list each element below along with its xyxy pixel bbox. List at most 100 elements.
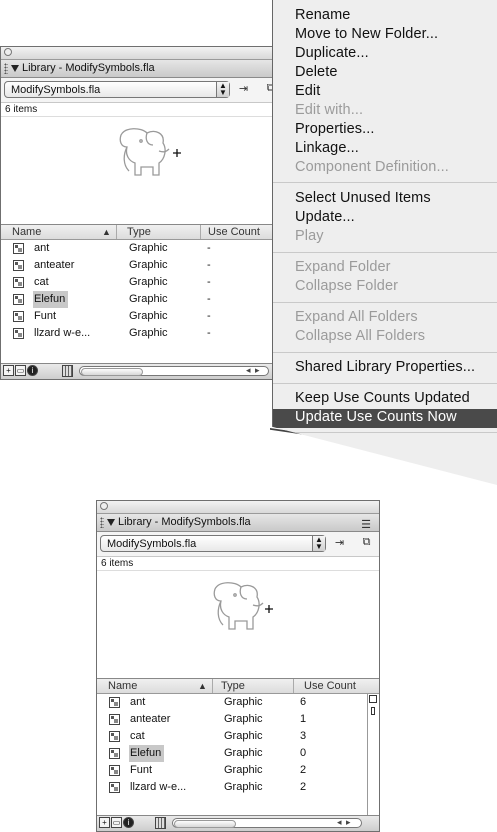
pin-library-icon[interactable]: ⇥ <box>332 536 347 550</box>
scroll-arrows-icon[interactable]: ◂ ▸ <box>337 817 352 828</box>
menu-item-expand-all-folders: Expand All Folders <box>295 309 418 325</box>
menu-item-properties[interactable]: Properties... <box>295 121 374 137</box>
column-name-header[interactable]: Name <box>108 679 137 693</box>
new-folder-icon[interactable]: ▭ <box>111 817 122 828</box>
drag-grip-icon[interactable] <box>100 517 104 528</box>
panel-header[interactable]: Library - ModifySymbols.fla ☰ <box>97 514 379 532</box>
menu-item-update-use-counts-now[interactable]: Update Use Counts Now <box>295 409 457 425</box>
panel-title: Library - ModifySymbols.fla <box>22 62 155 74</box>
library-dropdown[interactable]: ModifySymbols.fla ▲ ▼ <box>4 81 230 98</box>
properties-icon[interactable]: i <box>27 365 38 376</box>
menu-item-move-to-new-folder[interactable]: Move to New Folder... <box>295 26 438 42</box>
dropdown-arrows-icon: ▲ ▼ <box>216 82 229 97</box>
new-folder-icon[interactable]: ▭ <box>15 365 26 376</box>
scrollbar-thumb[interactable] <box>371 707 375 715</box>
menu-item-linkage[interactable]: Linkage... <box>295 140 359 156</box>
menu-item-delete[interactable]: Delete <box>295 64 338 80</box>
menu-item-select-unused-items[interactable]: Select Unused Items <box>295 190 431 206</box>
item-use-count: - <box>207 310 211 322</box>
item-type: Graphic <box>224 764 263 776</box>
scrollbar-thumb[interactable] <box>81 368 143 376</box>
horizontal-scrollbar[interactable] <box>172 818 362 828</box>
new-library-panel-icon[interactable]: ⧉ <box>359 536 374 550</box>
column-type-header[interactable]: Type <box>221 679 245 693</box>
scroll-up-icon[interactable] <box>369 695 377 703</box>
vertical-scrollbar[interactable] <box>367 694 379 816</box>
symbol-preview <box>97 571 379 679</box>
menu-item-edit[interactable]: Edit <box>295 83 320 99</box>
item-use-count: - <box>207 293 211 305</box>
item-use-count: 2 <box>300 781 307 793</box>
menu-item-duplicate[interactable]: Duplicate... <box>295 45 369 61</box>
item-use-count: - <box>207 327 211 339</box>
trash-icon[interactable] <box>62 365 73 377</box>
library-dropdown-value: ModifySymbols.fla <box>11 84 101 96</box>
item-use-count: - <box>207 259 211 271</box>
table-row[interactable]: anteater Graphic - <box>1 257 289 274</box>
item-name: Funt <box>34 310 57 322</box>
column-use-count-header[interactable]: Use Count <box>304 679 356 693</box>
table-row[interactable]: cat Graphic 3 <box>97 728 367 745</box>
table-row[interactable]: llzard w-e... Graphic - <box>1 325 289 342</box>
trash-icon[interactable] <box>155 817 166 829</box>
menu-item-keep-use-counts-updated[interactable]: Keep Use Counts Updated <box>295 390 470 406</box>
scrollbar-thumb[interactable] <box>174 820 236 828</box>
library-dropdown[interactable]: ModifySymbols.fla ▲ ▼ <box>100 535 326 552</box>
column-name-header[interactable]: Name <box>12 225 41 239</box>
panel-header[interactable]: Library - ModifySymbols.fla ☰ <box>1 60 289 78</box>
menu-item-update[interactable]: Update... <box>295 209 355 225</box>
scroll-arrows-icon[interactable]: ◂ ▸ <box>246 365 261 376</box>
horizontal-scrollbar[interactable] <box>79 366 269 376</box>
library-selector-row: ModifySymbols.fla ▲ ▼ ⇥ ⧉ <box>1 78 289 103</box>
sort-ascending-icon[interactable]: ▲ <box>198 679 207 693</box>
sort-ascending-icon[interactable]: ▲ <box>102 225 111 239</box>
item-type: Graphic <box>224 747 263 759</box>
menu-item-collapse-all-folders: Collapse All Folders <box>295 328 426 344</box>
item-type: Graphic <box>224 696 263 708</box>
menu-separator <box>273 302 497 303</box>
graphic-symbol-icon <box>13 294 24 305</box>
table-row-selected[interactable]: Elefun Graphic - <box>1 291 289 308</box>
menu-item-shared-library-properties[interactable]: Shared Library Properties... <box>295 359 475 375</box>
collapse-triangle-icon[interactable] <box>11 65 19 72</box>
properties-icon[interactable]: i <box>123 817 134 828</box>
pin-library-icon[interactable]: ⇥ <box>236 82 251 96</box>
context-menu: Rename Move to New Folder... Duplicate..… <box>272 0 497 485</box>
collapse-triangle-icon[interactable] <box>107 519 115 526</box>
graphic-symbol-icon <box>13 277 24 288</box>
table-row-selected[interactable]: Elefun Graphic 0 <box>97 745 367 762</box>
item-name: cat <box>130 730 145 742</box>
item-name: anteater <box>130 713 171 725</box>
table-row[interactable]: ant Graphic - <box>1 240 289 257</box>
table-row[interactable]: anteater Graphic 1 <box>97 711 367 728</box>
close-window-icon[interactable] <box>100 502 108 510</box>
item-name: ant <box>34 242 50 254</box>
new-symbol-icon[interactable]: + <box>3 365 14 376</box>
item-type: Graphic <box>129 293 168 305</box>
library-panel-bottom: Library - ModifySymbols.fla ☰ ModifySymb… <box>96 500 380 832</box>
table-row[interactable]: Funt Graphic - <box>1 308 289 325</box>
column-use-count-header[interactable]: Use Count <box>208 225 260 239</box>
item-count: 6 items <box>97 557 379 571</box>
window-titlebar[interactable] <box>1 47 289 60</box>
item-type: Graphic <box>129 327 168 339</box>
item-type: Graphic <box>224 730 263 742</box>
table-row[interactable]: cat Graphic - <box>1 274 289 291</box>
close-window-icon[interactable] <box>4 48 12 56</box>
drag-grip-icon[interactable] <box>4 63 8 74</box>
table-row[interactable]: ant Graphic 6 <box>97 694 367 711</box>
new-symbol-icon[interactable]: + <box>99 817 110 828</box>
menu-item-rename[interactable]: Rename <box>295 7 350 23</box>
column-type-header[interactable]: Type <box>127 225 151 239</box>
graphic-symbol-icon <box>109 714 120 725</box>
table-row[interactable]: llzard w-e... Graphic 2 <box>97 779 367 796</box>
menu-item-help[interactable]: Help <box>295 440 325 456</box>
table-row[interactable]: Funt Graphic 2 <box>97 762 367 779</box>
window-titlebar[interactable] <box>97 501 379 514</box>
graphic-symbol-icon <box>13 328 24 339</box>
panel-bottom-bar: + ▭ i ◂ ▸ <box>97 815 379 831</box>
graphic-symbol-icon <box>109 731 120 742</box>
elephant-preview-icon <box>213 582 273 630</box>
elephant-preview-icon <box>119 128 181 176</box>
graphic-symbol-icon <box>13 243 24 254</box>
